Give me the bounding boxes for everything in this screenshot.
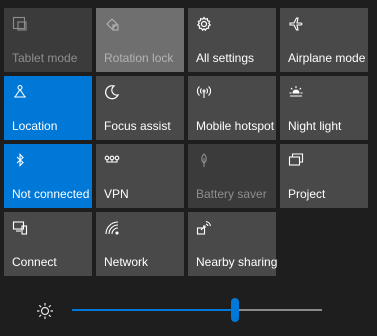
brightness-row	[0, 280, 377, 336]
focus-assist-label: Focus assist	[104, 119, 171, 133]
bluetooth-label: Not connected	[12, 187, 90, 201]
brightness-slider-fill[interactable]	[72, 309, 235, 311]
vpn-label: VPN	[104, 187, 129, 201]
airplane-icon	[288, 16, 304, 32]
nearby-sharing-label: Nearby sharing	[196, 255, 278, 269]
network-label: Network	[104, 255, 149, 269]
bluetooth-icon	[12, 152, 28, 168]
network-tile[interactable]: Network	[96, 212, 184, 276]
night-light-label: Night light	[288, 119, 342, 133]
location-label: Location	[12, 119, 58, 133]
project-label: Project	[288, 187, 326, 201]
mobile-hotspot-tile[interactable]: Mobile hotspot	[188, 76, 276, 140]
moon-icon	[104, 84, 120, 100]
vpn-icon	[104, 152, 120, 168]
location-tile[interactable]: Location	[4, 76, 92, 140]
vpn-tile[interactable]: VPN	[96, 144, 184, 208]
battery-saver-icon	[196, 152, 212, 168]
network-icon	[104, 220, 120, 236]
nearby-sharing-icon	[196, 220, 212, 236]
focus-assist-tile[interactable]: Focus assist	[96, 76, 184, 140]
nearby-sharing-tile[interactable]: Nearby sharing	[188, 212, 278, 276]
rotation-lock-icon	[104, 16, 120, 32]
location-icon	[12, 84, 28, 100]
airplane-mode-label: Airplane mode	[288, 51, 366, 65]
night-light-tile[interactable]: Night light	[280, 76, 368, 140]
sun-icon	[288, 84, 304, 100]
tablet-mode-icon	[12, 16, 28, 32]
rotation-lock-tile[interactable]: Rotation lock	[96, 8, 184, 72]
connect-icon	[12, 220, 28, 236]
quick-actions-panel: Tablet mode Rotation lock All settings A…	[0, 0, 377, 336]
brightness-icon	[36, 302, 54, 320]
all-settings-tile[interactable]: All settings	[188, 8, 276, 72]
hotspot-icon	[196, 84, 212, 100]
all-settings-label: All settings	[196, 51, 255, 65]
tablet-mode-tile[interactable]: Tablet mode	[4, 8, 92, 72]
gear-icon	[196, 16, 212, 32]
project-tile[interactable]: Project	[280, 144, 368, 208]
mobile-hotspot-label: Mobile hotspot	[196, 119, 275, 133]
rotation-lock-label: Rotation lock	[104, 51, 174, 65]
battery-saver-tile[interactable]: Battery saver	[188, 144, 276, 208]
brightness-slider-thumb[interactable]	[230, 298, 239, 322]
battery-saver-label: Battery saver	[196, 187, 267, 201]
connect-label: Connect	[12, 255, 57, 269]
bluetooth-tile[interactable]: Not connected	[4, 144, 92, 208]
tablet-mode-label: Tablet mode	[12, 51, 78, 65]
brightness-slider-track[interactable]	[234, 309, 322, 311]
connect-tile[interactable]: Connect	[4, 212, 92, 276]
project-icon	[288, 152, 304, 168]
airplane-mode-tile[interactable]: Airplane mode	[280, 8, 368, 72]
